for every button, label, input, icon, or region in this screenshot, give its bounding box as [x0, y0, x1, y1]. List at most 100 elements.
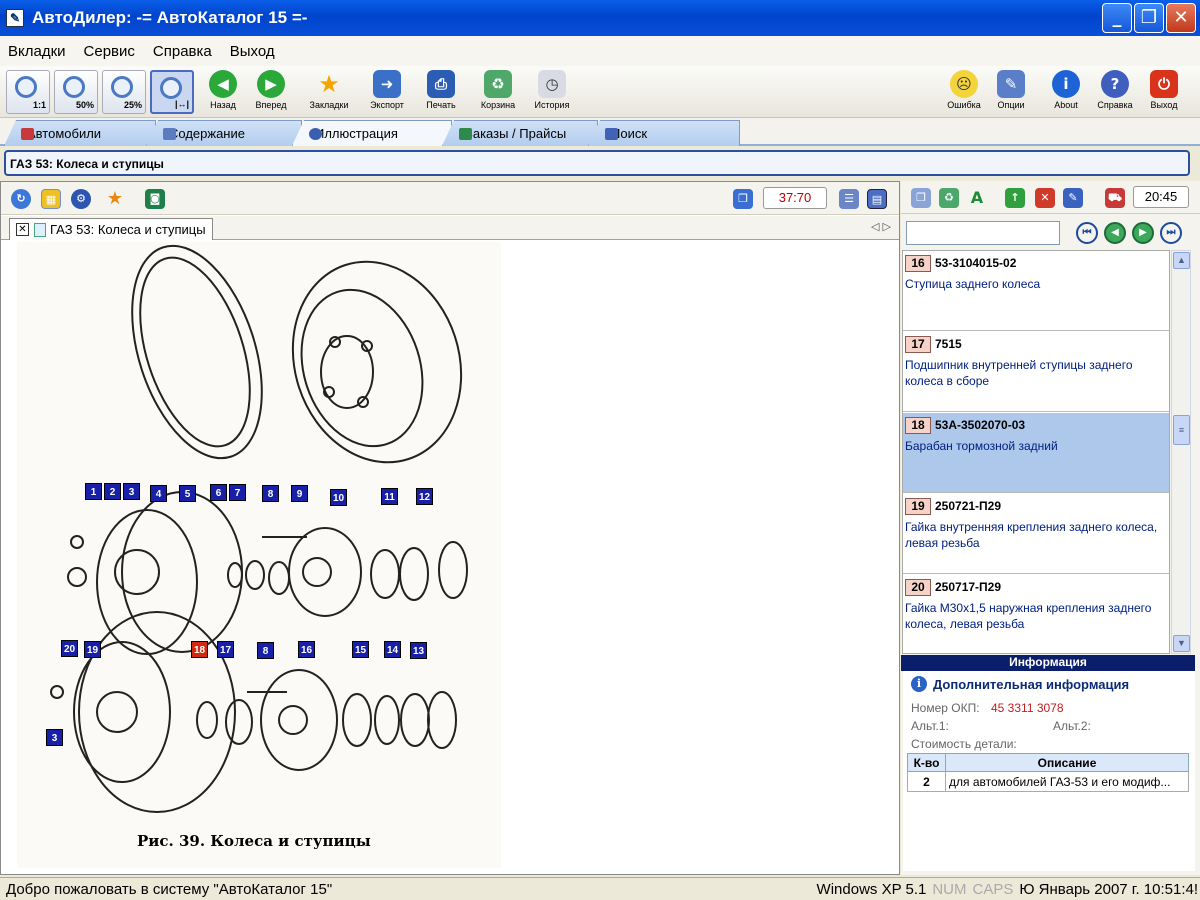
column-header: К-во: [907, 753, 946, 772]
illustration-icon: [309, 128, 322, 140]
history-button[interactable]: ◷ История: [528, 70, 576, 114]
callout-6[interactable]: 6: [210, 484, 227, 501]
scroll-down-icon[interactable]: ▼: [1173, 635, 1190, 652]
menu-bar: Вкладки Сервис Справка Выход: [0, 36, 1200, 66]
up-arrow-icon[interactable]: ↑: [1005, 188, 1025, 208]
parts-scrollbar[interactable]: ▲ ≡ ▼: [1171, 250, 1191, 654]
callout-14[interactable]: 14: [384, 641, 401, 658]
callout-8-bottom[interactable]: 8: [257, 642, 274, 659]
options-button[interactable]: ✎ Опции: [992, 70, 1030, 114]
status-message: Добро пожаловать в систему "АвтоКаталог …: [6, 881, 333, 898]
callout-7[interactable]: 7: [229, 484, 246, 501]
menu-tabs[interactable]: Вкладки: [8, 43, 66, 60]
error-button[interactable]: ☹ Ошибка: [942, 70, 986, 114]
callout-1[interactable]: 1: [85, 483, 102, 500]
callout-3-bottom[interactable]: 3: [46, 729, 63, 746]
next-icon[interactable]: ▶: [1132, 222, 1154, 244]
menu-help[interactable]: Справка: [153, 43, 212, 60]
search-icon: [605, 128, 618, 140]
export-button[interactable]: ➜ Экспорт: [364, 70, 410, 114]
list-item[interactable]: 16 53-3104015-02 Ступица заднего колеса: [903, 251, 1169, 331]
callout-10[interactable]: 10: [330, 489, 347, 506]
callout-18[interactable]: 18: [191, 641, 208, 658]
menu-service[interactable]: Сервис: [84, 43, 135, 60]
minimize-button[interactable]: _: [1102, 3, 1132, 33]
callout-5[interactable]: 5: [179, 485, 196, 502]
clock-icon: ◷: [538, 70, 566, 98]
alt2-label: Альт.2:: [1053, 719, 1091, 733]
tab-scroll-arrows[interactable]: ◁ ▷: [871, 220, 891, 233]
callout-15[interactable]: 15: [352, 641, 369, 658]
orders-icon: [459, 128, 472, 140]
refresh-icon[interactable]: ↻: [11, 189, 31, 209]
scroll-thumb[interactable]: ≡: [1173, 415, 1190, 445]
list-item[interactable]: 17 7515 Подшипник внутренней ступицы задне…: [903, 332, 1169, 412]
gear-icon[interactable]: ⚙: [71, 189, 91, 209]
car-icon[interactable]: ⛟: [1105, 188, 1125, 208]
callout-16[interactable]: 16: [298, 641, 315, 658]
alt1-label: Альт.1:: [911, 719, 949, 733]
scroll-up-icon[interactable]: ▲: [1173, 252, 1190, 269]
letter-a-icon[interactable]: A: [967, 188, 987, 208]
info-subheader: Дополнительная информация: [933, 677, 1130, 692]
zoom-fit-width-button[interactable]: |↔|: [150, 70, 194, 114]
tab-illustration[interactable]: Иллюстрация: [292, 120, 452, 146]
callout-8[interactable]: 8: [262, 485, 279, 502]
close-button[interactable]: ✕: [1166, 3, 1196, 33]
tab-contents[interactable]: Содержание: [146, 120, 302, 146]
callout-13[interactable]: 13: [410, 642, 427, 659]
callout-9[interactable]: 9: [291, 485, 308, 502]
help-button[interactable]: ? Справка: [1092, 70, 1138, 114]
zoom-25-button[interactable]: 25%: [102, 70, 146, 114]
panel-icon[interactable]: ▤: [867, 189, 887, 209]
list-icon[interactable]: ☰: [839, 189, 859, 209]
star-icon[interactable]: ★: [105, 189, 125, 209]
first-icon[interactable]: ⏮: [1076, 222, 1098, 244]
last-icon[interactable]: ⏭: [1160, 222, 1182, 244]
maximize-button[interactable]: ❐: [1134, 3, 1164, 33]
copy-icon[interactable]: ❐: [733, 189, 753, 209]
cart-button[interactable]: ♻ Корзина: [474, 70, 522, 114]
list-item-selected[interactable]: 18 53А-3502070-03 Барабан тормозной задний: [903, 413, 1169, 493]
status-num: NUM: [932, 881, 967, 898]
page-icon: [34, 223, 46, 237]
prev-icon[interactable]: ◀: [1104, 222, 1126, 244]
callout-19[interactable]: 19: [84, 641, 101, 658]
list-item[interactable]: 19 250721-П29 Гайка внутренняя крепления з…: [903, 494, 1169, 574]
status-os: Windows XP 5.1: [816, 881, 927, 898]
callout-11[interactable]: 11: [381, 488, 398, 505]
menu-exit[interactable]: Выход: [230, 43, 275, 60]
callout-2[interactable]: 2: [104, 483, 121, 500]
callout-4[interactable]: 4: [150, 485, 167, 502]
delete-icon[interactable]: ✕: [1035, 188, 1055, 208]
camera-icon[interactable]: ◙: [145, 189, 165, 209]
back-button[interactable]: ◀ Назад: [202, 70, 244, 114]
edit-icon[interactable]: ✎: [1063, 188, 1083, 208]
tab-search[interactable]: Поиск: [588, 120, 740, 146]
app-icon: ✎: [6, 9, 24, 27]
zoom-50-button[interactable]: 50%: [54, 70, 98, 114]
document-tab[interactable]: ✕ ГАЗ 53: Колеса и ступицы: [9, 218, 213, 240]
bookmarks-button[interactable]: ★ Закладки: [302, 70, 356, 114]
column-header: Описание: [945, 753, 1189, 772]
parts-search-input[interactable]: [906, 221, 1060, 245]
callout-17[interactable]: 17: [217, 641, 234, 658]
table-row[interactable]: 2 для автомобилей ГАЗ-53 и его модиф...: [907, 771, 1189, 792]
callout-3[interactable]: 3: [123, 483, 140, 500]
forward-button[interactable]: ▶ Вперед: [250, 70, 292, 114]
copy-icon[interactable]: ❐: [911, 188, 931, 208]
about-button[interactable]: i About: [1046, 70, 1086, 114]
recycle-icon[interactable]: ♻: [939, 188, 959, 208]
okp-value: 45 3311 3078: [991, 701, 1064, 715]
print-button[interactable]: ⎙ Печать: [418, 70, 464, 114]
tab-orders[interactable]: Заказы / Прайсы: [442, 120, 598, 146]
sad-face-icon: ☹: [950, 70, 978, 98]
list-item[interactable]: 20 250717-П29 Гайка М30х1,5 наружная крепл…: [903, 575, 1169, 653]
tab-cars[interactable]: Автомобили: [4, 120, 156, 146]
zoom-1-1-button[interactable]: 1:1: [6, 70, 50, 114]
exit-button[interactable]: ⏻ Выход: [1144, 70, 1184, 114]
callout-12[interactable]: 12: [416, 488, 433, 505]
close-icon[interactable]: ✕: [16, 223, 29, 236]
grid-icon[interactable]: ▦: [41, 189, 61, 209]
callout-20[interactable]: 20: [61, 640, 78, 657]
